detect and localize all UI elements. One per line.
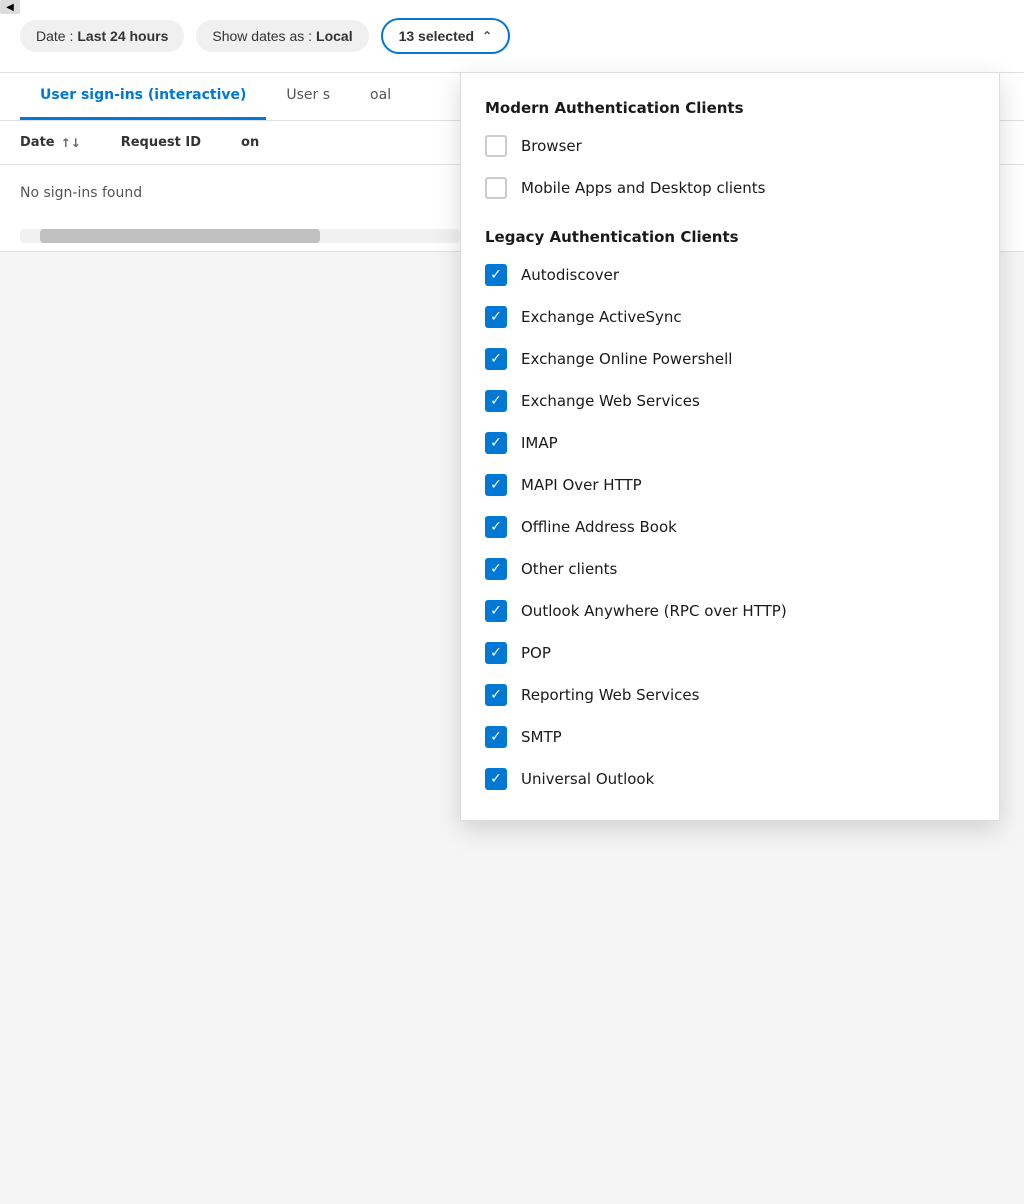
col-date-header[interactable]: Date ↑↓ (20, 135, 81, 150)
checkbox-offline_address_book[interactable] (485, 516, 507, 538)
checkbox-label-autodiscover: Autodiscover (521, 266, 619, 284)
checkbox-item-exchange_online_powershell[interactable]: Exchange Online Powershell (461, 338, 999, 380)
checkbox-browser[interactable] (485, 135, 507, 157)
checkbox-smtp[interactable] (485, 726, 507, 748)
checkbox-other_clients[interactable] (485, 558, 507, 580)
checkbox-imap[interactable] (485, 432, 507, 454)
selected-filter-pill[interactable]: 13 selected ⌃ (381, 18, 511, 54)
scrollbar-thumb[interactable] (40, 229, 320, 243)
checkbox-label-other_clients: Other clients (521, 560, 617, 578)
showdates-value: Local (316, 28, 353, 44)
checkbox-label-exchange_online_powershell: Exchange Online Powershell (521, 350, 732, 368)
col-request-id-header: Request ID (121, 135, 201, 150)
checkbox-universal_outlook[interactable] (485, 768, 507, 790)
col-date-label: Date (20, 135, 55, 150)
checkbox-item-exchange_activesync[interactable]: Exchange ActiveSync (461, 296, 999, 338)
checkbox-label-outlook_anywhere: Outlook Anywhere (RPC over HTTP) (521, 602, 787, 620)
chevron-up-icon: ⌃ (482, 29, 492, 43)
checkbox-label-browser: Browser (521, 137, 582, 155)
checkbox-label-offline_address_book: Offline Address Book (521, 518, 677, 536)
checkbox-mapi_over_http[interactable] (485, 474, 507, 496)
checkbox-outlook_anywhere[interactable] (485, 600, 507, 622)
checkbox-item-pop[interactable]: POP (461, 632, 999, 674)
checkbox-item-smtp[interactable]: SMTP (461, 716, 999, 758)
checkbox-exchange_activesync[interactable] (485, 306, 507, 328)
client-filter-dropdown: Modern Authentication Clients Browser Mob… (460, 72, 1000, 821)
checkbox-label-universal_outlook: Universal Outlook (521, 770, 654, 788)
sort-icon: ↑↓ (61, 136, 81, 150)
legacy-auth-section-heading: Legacy Authentication Clients (461, 218, 999, 254)
tab-other[interactable]: User s (266, 73, 350, 120)
tab-bal[interactable]: oal (350, 73, 411, 120)
checkbox-label-reporting_web_services: Reporting Web Services (521, 686, 699, 704)
date-filter-pill[interactable]: Date : Last 24 hours (20, 20, 184, 52)
checkbox-item-offline_address_book[interactable]: Offline Address Book (461, 506, 999, 548)
col-request-id-label: Request ID (121, 135, 201, 150)
checkbox-item-reporting_web_services[interactable]: Reporting Web Services (461, 674, 999, 716)
empty-message: No sign-ins found (20, 185, 142, 201)
checkbox-item-outlook_anywhere[interactable]: Outlook Anywhere (RPC over HTTP) (461, 590, 999, 632)
horizontal-scrollbar[interactable] (20, 229, 460, 243)
checkbox-item-universal_outlook[interactable]: Universal Outlook (461, 758, 999, 800)
checkbox-item-autodiscover[interactable]: Autodiscover (461, 254, 999, 296)
section-divider (461, 213, 999, 214)
modern-auth-section-heading: Modern Authentication Clients (461, 89, 999, 125)
tab-interactive[interactable]: User sign-ins (interactive) (20, 73, 266, 120)
checkbox-reporting_web_services[interactable] (485, 684, 507, 706)
checkbox-label-exchange_activesync: Exchange ActiveSync (521, 308, 682, 326)
checkbox-label-imap: IMAP (521, 434, 558, 452)
checkbox-label-mapi_over_http: MAPI Over HTTP (521, 476, 642, 494)
top-filter-bar: Date : Last 24 hours Show dates as : Loc… (0, 0, 1024, 73)
selected-label: 13 selected (399, 28, 475, 44)
checkbox-mobile_desktop[interactable] (485, 177, 507, 199)
checkbox-label-exchange_web_services: Exchange Web Services (521, 392, 700, 410)
checkbox-label-pop: POP (521, 644, 551, 662)
scroll-left-button[interactable]: ◀ (0, 0, 20, 14)
checkbox-item-imap[interactable]: IMAP (461, 422, 999, 464)
date-label: Date : (36, 28, 73, 44)
date-value: Last 24 hours (77, 28, 168, 44)
checkbox-item-other_clients[interactable]: Other clients (461, 548, 999, 590)
checkbox-label-mobile_desktop: Mobile Apps and Desktop clients (521, 179, 766, 197)
col-on-header: on (241, 135, 259, 150)
showdates-filter-pill[interactable]: Show dates as : Local (196, 20, 368, 52)
checkbox-item-mapi_over_http[interactable]: MAPI Over HTTP (461, 464, 999, 506)
checkbox-label-smtp: SMTP (521, 728, 562, 746)
checkbox-autodiscover[interactable] (485, 264, 507, 286)
showdates-label: Show dates as : (212, 28, 312, 44)
checkbox-item-browser[interactable]: Browser (461, 125, 999, 167)
checkbox-item-mobile_desktop[interactable]: Mobile Apps and Desktop clients (461, 167, 999, 209)
col-on-label: on (241, 135, 259, 150)
checkbox-exchange_web_services[interactable] (485, 390, 507, 412)
checkbox-item-exchange_web_services[interactable]: Exchange Web Services (461, 380, 999, 422)
checkbox-pop[interactable] (485, 642, 507, 664)
checkbox-exchange_online_powershell[interactable] (485, 348, 507, 370)
